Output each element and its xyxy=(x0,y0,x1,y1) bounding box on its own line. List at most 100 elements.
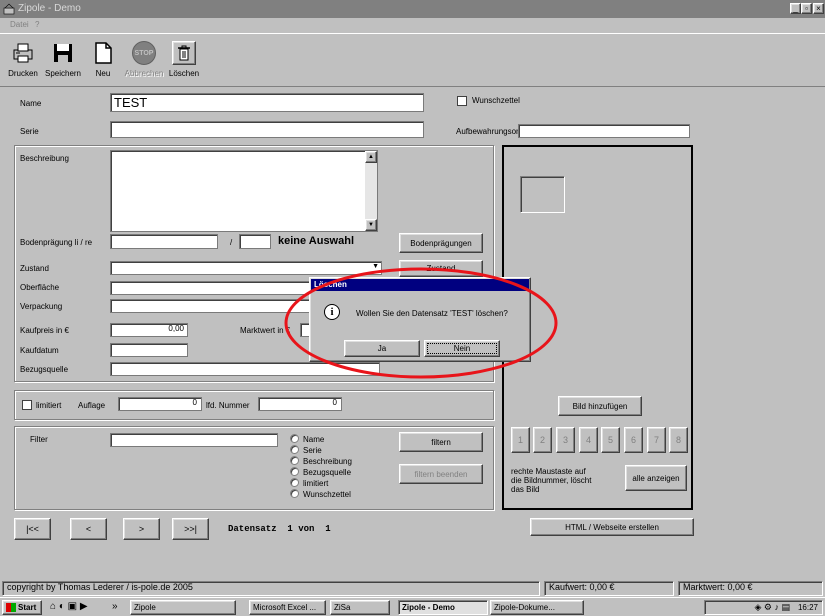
image-number-5[interactable]: 5 xyxy=(601,427,620,453)
start-button[interactable]: Start xyxy=(2,600,42,615)
filter-radio-name[interactable] xyxy=(290,434,299,443)
print-button[interactable]: Drucken xyxy=(3,37,43,83)
task-zipole-docs[interactable]: Zipole-Dokume... xyxy=(490,600,584,615)
filter-option-limited: limitiert xyxy=(303,479,329,488)
filter-radio-limited[interactable] xyxy=(290,478,299,487)
no-selection-text: keine Auswahl xyxy=(278,235,355,247)
image-number-6[interactable]: 6 xyxy=(624,427,643,453)
tray-icons[interactable]: ◈ ⚙ ♪ ▤ xyxy=(754,602,790,613)
bottom-stamp-left-input[interactable] xyxy=(110,234,218,249)
scroll-up-button[interactable]: ▲ xyxy=(365,151,377,163)
description-textarea[interactable]: ▲ ▼ xyxy=(110,150,378,232)
add-image-button[interactable]: Bild hinzufügen xyxy=(558,396,642,416)
filter-button[interactable]: filtern xyxy=(399,432,483,452)
running-number-value: 0 xyxy=(332,398,337,407)
delete-label: Löschen xyxy=(168,69,200,78)
name-value: TEST xyxy=(114,95,148,110)
image-number-4[interactable]: 4 xyxy=(579,427,598,453)
new-document-icon xyxy=(95,42,112,64)
quick-launch-icons[interactable]: ⌂ ◐ ▣ ▶ xyxy=(50,601,88,612)
series-input[interactable] xyxy=(110,121,424,138)
name-input[interactable]: TEST xyxy=(110,93,424,112)
storage-input[interactable] xyxy=(518,124,690,138)
image-number-3[interactable]: 3 xyxy=(556,427,575,453)
status-purchase-value: Kaufwert: 0,00 € xyxy=(549,582,615,592)
condition-label: Zustand xyxy=(20,264,49,273)
status-purchase-panel: Kaufwert: 0,00 € xyxy=(544,581,674,596)
packaging-label: Verpackung xyxy=(20,302,63,311)
save-button[interactable]: Speichern xyxy=(43,37,83,83)
abort-button[interactable]: STOP Abbrechen xyxy=(124,37,164,83)
status-market-panel: Marktwert: 0,00 € xyxy=(678,581,823,596)
filter-radio-source[interactable] xyxy=(290,467,299,476)
image-number-8[interactable]: 8 xyxy=(669,427,688,453)
limited-label: limitiert xyxy=(36,401,62,410)
filter-input[interactable] xyxy=(110,433,278,447)
task-zipole-demo[interactable]: Zipole - Demo xyxy=(398,600,488,615)
maximize-button[interactable]: ▫ xyxy=(801,3,812,14)
print-label: Drucken xyxy=(8,69,38,78)
end-filter-button[interactable]: filtern beenden xyxy=(399,464,483,484)
show-all-button[interactable]: alle anzeigen xyxy=(625,465,687,491)
running-number-input[interactable]: 0 xyxy=(258,397,342,411)
filter-radio-series[interactable] xyxy=(290,445,299,454)
description-scrollbar[interactable]: ▲ ▼ xyxy=(365,151,377,231)
price-input[interactable]: 0,00 xyxy=(110,323,188,337)
minimize-button[interactable]: _ xyxy=(790,3,801,14)
last-record-button[interactable]: >>| xyxy=(172,518,209,540)
surface-label: Oberfläche xyxy=(20,283,60,292)
name-label: Name xyxy=(20,99,42,108)
image-hint: rechte Maustaste auf die Bildnummer, lös… xyxy=(511,467,591,494)
bottom-stamps-button[interactable]: Bodenprägungen xyxy=(399,233,483,253)
limited-checkbox[interactable] xyxy=(22,400,32,410)
task-zipole[interactable]: Zipole xyxy=(130,600,236,615)
filter-option-name: Name xyxy=(303,435,325,444)
system-tray: ◈ ⚙ ♪ ▤ 16:27 xyxy=(704,600,823,615)
image-hint-line-3: das Bild xyxy=(511,485,540,494)
edition-value: 0 xyxy=(192,398,197,407)
abort-label: Abbrechen xyxy=(124,69,164,78)
bottom-stamp-right-input[interactable] xyxy=(239,234,271,249)
close-button[interactable]: × xyxy=(813,3,824,14)
purchase-date-input[interactable] xyxy=(110,343,188,357)
running-number-label: lfd. Nummer xyxy=(206,401,250,410)
wish-list-checkbox[interactable] xyxy=(457,96,467,106)
menu-help[interactable]: ? xyxy=(35,20,39,29)
price-label: Kaufpreis in € xyxy=(20,326,69,335)
image-number-7[interactable]: 7 xyxy=(647,427,666,453)
quick-launch-more[interactable]: » xyxy=(112,601,118,612)
filter-radio-description[interactable] xyxy=(290,456,299,465)
status-copyright: copyright by Thomas Lederer / is-pole.de… xyxy=(7,582,193,592)
filter-radio-wishlist[interactable] xyxy=(290,489,299,498)
image-hint-line-2: die Bildnummer, löscht xyxy=(511,476,592,485)
trash-icon xyxy=(172,41,196,65)
start-label: Start xyxy=(18,603,37,612)
edition-input[interactable]: 0 xyxy=(118,397,202,411)
filter-option-series: Serie xyxy=(303,446,322,455)
image-number-2[interactable]: 2 xyxy=(533,427,552,453)
status-copyright-panel: copyright by Thomas Lederer / is-pole.de… xyxy=(2,581,540,596)
title-bar: Zipole - Demo _ ▫ × xyxy=(0,0,825,18)
new-button[interactable]: Neu xyxy=(83,37,123,83)
menu-datei[interactable]: Datei xyxy=(10,20,29,29)
task-zisa[interactable]: ZiSa xyxy=(330,600,390,615)
filter-option-wishlist: Wunschzettel xyxy=(303,490,351,499)
first-record-button[interactable]: |<< xyxy=(14,518,51,540)
next-record-button[interactable]: > xyxy=(123,518,160,540)
html-website-button[interactable]: HTML / Webseite erstellen xyxy=(530,518,694,536)
status-market-value: Marktwert: 0,00 € xyxy=(683,582,753,592)
previous-record-button[interactable]: < xyxy=(70,518,107,540)
wish-list-label: Wunschzettel xyxy=(472,96,520,105)
storage-label: Aufbewahrungsort xyxy=(456,127,521,136)
printer-icon xyxy=(13,43,33,63)
highlight-ellipse xyxy=(284,267,558,379)
filter-option-description: Beschreibung xyxy=(303,457,352,466)
scroll-down-button[interactable]: ▼ xyxy=(365,219,377,231)
image-number-1[interactable]: 1 xyxy=(511,427,530,453)
delete-button[interactable]: Löschen xyxy=(164,37,204,83)
description-label: Beschreibung xyxy=(20,154,69,163)
record-counter: Datensatz 1 von 1 xyxy=(228,524,331,534)
floppy-disk-icon xyxy=(54,44,72,62)
filter-option-source: Bezugsquelle xyxy=(303,468,352,477)
task-excel[interactable]: Microsoft Excel ... xyxy=(249,600,326,615)
